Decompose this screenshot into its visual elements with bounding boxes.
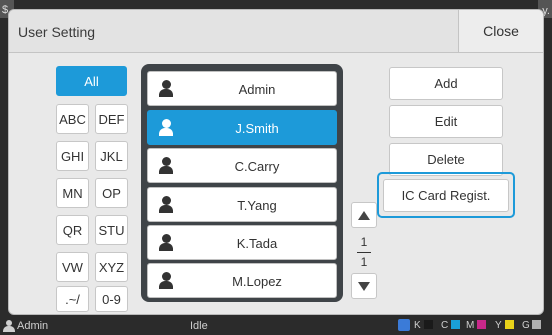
ink-label-c: C [441,320,449,331]
status-user: Admin [17,320,49,332]
ink-label-g: G [522,320,530,331]
index-stu-button[interactable]: STU [95,215,128,245]
user-name: Admin [238,82,276,97]
ink-swatch-c [451,320,460,329]
index-symbols-button[interactable]: .~/ [56,286,89,312]
index-abc-button[interactable]: ABC [56,104,89,134]
page-total: 1 [360,255,368,269]
user-name: K.Tada [236,236,278,251]
user-name: J.Smith [235,121,279,136]
status-bar: Admin Idle K C M Y G [0,317,552,335]
index-ghi-button[interactable]: GHI [56,141,89,171]
index-op-button[interactable]: OP [95,178,128,208]
user-name: T.Yang [237,198,277,213]
ink-swatch-g [532,320,541,329]
ic-card-regist-button[interactable]: IC Card Regist. [383,179,509,212]
user-list-item[interactable]: T.Yang [147,187,337,222]
dialog-title: User Setting [18,24,96,40]
index-def-button[interactable]: DEF [95,104,128,134]
index-all-button[interactable]: All [56,66,127,96]
user-icon [159,234,173,252]
user-icon [159,272,173,290]
page-current: 1 [360,235,368,249]
network-icon [398,319,410,331]
user-icon [3,320,15,333]
user-icon [159,157,173,175]
index-digits-button[interactable]: 0-9 [95,286,128,312]
ink-swatch-m [477,320,486,329]
dialog-titlebar: User Setting Close [9,10,543,53]
user-icon [159,196,173,214]
index-mn-button[interactable]: MN [56,178,89,208]
user-list: Admin J.Smith C.Carry T.Yang K.Tada M.Lo… [141,64,343,302]
close-button[interactable]: Close [458,10,543,52]
index-jkl-button[interactable]: JKL [95,141,128,171]
user-name: M.Lopez [232,274,282,289]
user-icon [159,80,173,98]
ink-swatch-k [424,320,433,329]
user-list-item[interactable]: C.Carry [147,148,337,183]
arrow-up-icon [358,210,370,220]
add-button[interactable]: Add [389,67,503,100]
user-list-item[interactable]: M.Lopez [147,263,337,298]
ink-label-y: Y [495,320,502,331]
user-list-item[interactable]: K.Tada [147,225,337,260]
ink-swatch-y [505,320,514,329]
user-setting-dialog: User Setting Close All ABC DEF GHI JKL M… [8,9,544,315]
status-state: Idle [190,320,208,332]
user-list-item[interactable]: Admin [147,71,337,106]
ink-label-k: K [414,320,421,331]
index-qr-button[interactable]: QR [56,215,89,245]
user-icon [159,119,173,137]
user-list-item-selected[interactable]: J.Smith [147,110,337,145]
index-xyz-button[interactable]: XYZ [95,252,128,282]
ink-label-m: M [466,320,475,331]
page-divider [357,252,371,253]
user-name: C.Carry [234,159,280,174]
page-up-button[interactable] [351,202,377,228]
index-vw-button[interactable]: VW [56,252,89,282]
arrow-down-icon [358,281,370,291]
page-down-button[interactable] [351,273,377,299]
edit-button[interactable]: Edit [389,105,503,138]
